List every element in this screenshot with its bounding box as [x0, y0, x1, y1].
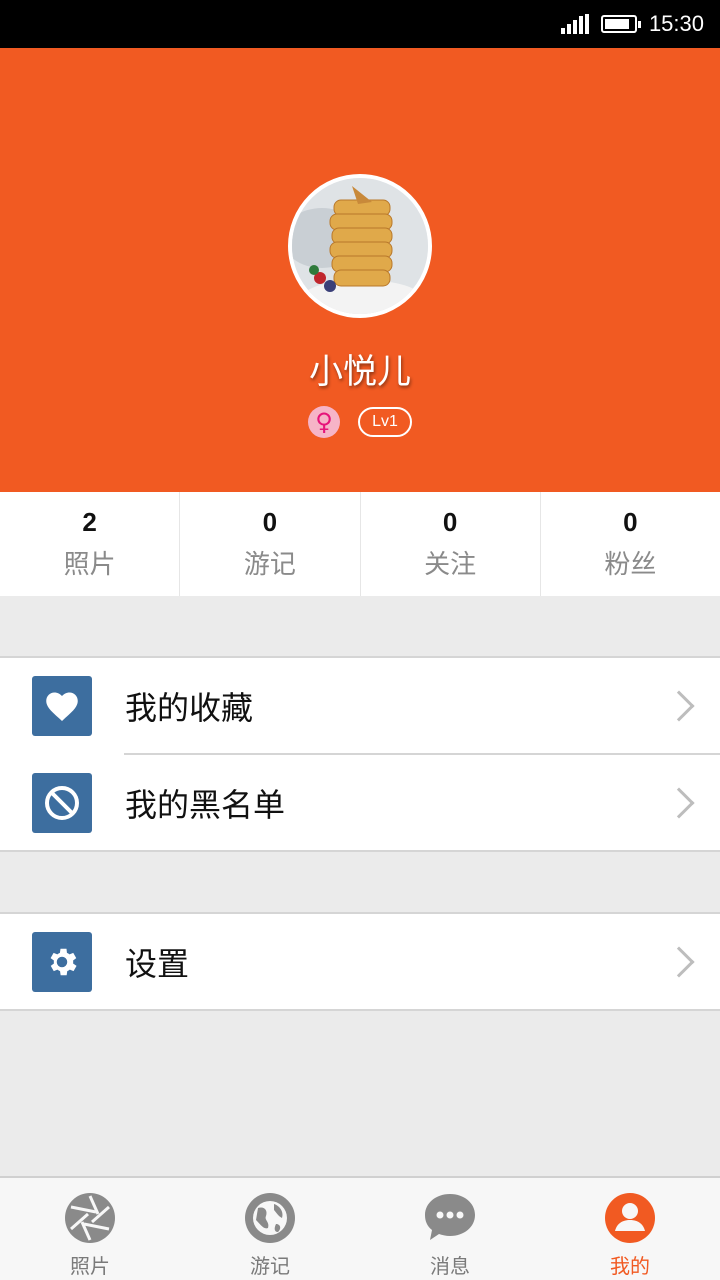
menu-item-blacklist[interactable]: 我的黑名单 — [0, 755, 720, 850]
favorites-label: 我的收藏 — [125, 688, 254, 727]
level-badge: Lv1 — [358, 407, 412, 437]
stat-count: 0 — [623, 507, 638, 537]
stat-label: 游记 — [243, 550, 296, 580]
stat-travel-notes[interactable]: 0 游记 — [180, 492, 361, 596]
stats-bar: 2 照片 0 游记 0 关注 0 粉丝 — [0, 492, 720, 596]
chevron-right-icon — [663, 945, 695, 978]
username: 小悦儿 — [309, 352, 411, 392]
nav-messages[interactable]: 消息 — [360, 1178, 540, 1280]
blacklist-label: 我的黑名单 — [125, 785, 286, 824]
menu-item-favorites[interactable]: 我的收藏 — [0, 658, 720, 753]
stat-photos[interactable]: 2 照片 — [0, 492, 181, 596]
chevron-right-icon — [663, 786, 695, 819]
battery-icon — [600, 15, 641, 33]
globe-icon — [244, 1192, 296, 1244]
menu-item-settings[interactable]: 设置 — [0, 914, 720, 1009]
stat-count: 0 — [262, 507, 278, 537]
nav-mine[interactable]: 我的 — [540, 1178, 720, 1280]
profile-header: 小悦儿 ♀ Lv1 — [0, 48, 720, 492]
nav-label: 游记 — [250, 1254, 290, 1278]
status-bar: 15:30 — [0, 0, 720, 48]
settings-label: 设置 — [125, 944, 190, 983]
female-gender-icon: ♀ — [308, 406, 341, 438]
stat-fans[interactable]: 0 粉丝 — [541, 492, 720, 596]
menu-group-collections: 我的收藏 我的黑名单 — [0, 656, 720, 852]
menu-group-settings: 设置 — [0, 912, 720, 1011]
nav-label: 我的 — [610, 1254, 650, 1278]
status-time: 15:30 — [648, 11, 704, 36]
nav-photos[interactable]: 照片 — [0, 1178, 180, 1280]
stat-following[interactable]: 0 关注 — [361, 492, 541, 596]
stat-count: 0 — [442, 507, 458, 537]
bottom-nav: 照片 游记 消息 我的 — [0, 1176, 720, 1280]
person-icon — [604, 1192, 656, 1244]
heart-icon — [32, 675, 92, 736]
nav-travel-notes[interactable]: 游记 — [180, 1178, 360, 1280]
stat-label: 粉丝 — [604, 550, 657, 580]
signal-icon — [560, 14, 589, 34]
avatar-waffle-image — [292, 178, 428, 314]
gear-icon — [32, 931, 92, 992]
stat-label: 照片 — [63, 550, 116, 580]
stat-label: 关注 — [424, 550, 477, 580]
profile-badges: ♀ Lv1 — [0, 406, 720, 438]
nav-label: 消息 — [430, 1254, 470, 1278]
block-icon — [32, 772, 92, 833]
chat-bubble-icon — [424, 1192, 476, 1244]
avatar[interactable] — [288, 174, 432, 318]
chevron-right-icon — [663, 689, 695, 722]
nav-label: 照片 — [70, 1254, 110, 1278]
camera-aperture-icon — [64, 1192, 116, 1244]
stat-count: 2 — [82, 507, 97, 537]
